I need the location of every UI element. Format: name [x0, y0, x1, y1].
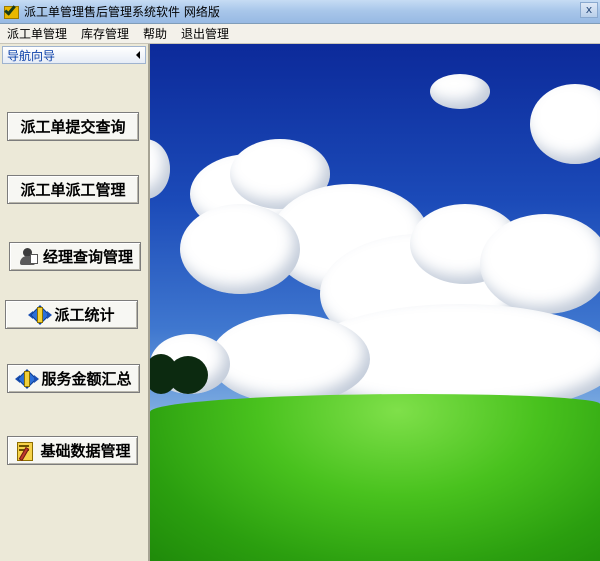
menu-item-inventory[interactable]: 库存管理: [74, 24, 136, 44]
sidebar-title: 导航向导: [7, 48, 56, 63]
window-title: 派工单管理售后管理系统软件 网络版: [24, 5, 220, 19]
manager-query-label: 经理查询管理: [42, 248, 133, 266]
dispatch-statistics-button[interactable]: 派工统计: [5, 300, 138, 329]
main-wallpaper: [150, 44, 600, 561]
close-button[interactable]: x: [580, 2, 598, 18]
menu-item-exit[interactable]: 退出管理: [174, 24, 236, 44]
dispatch-statistics-label: 派工统计: [54, 306, 115, 324]
cloud: [530, 84, 600, 164]
diamond-arrows-icon: [28, 303, 53, 327]
cloud: [210, 314, 370, 404]
basic-data-management-label: 基础数据管理: [40, 442, 131, 460]
manager-query-button[interactable]: 经理查询管理: [9, 242, 141, 271]
menu-bar: 派工单管理 库存管理 帮助 退出管理: [0, 24, 600, 44]
dispatch-management-button[interactable]: 派工单派工管理: [7, 175, 139, 204]
app-icon: [4, 2, 20, 20]
sidebar-header: 导航向导: [2, 46, 146, 64]
title-bar[interactable]: 派工单管理售后管理系统软件 网络版 x: [0, 0, 600, 24]
cloud: [150, 139, 170, 199]
service-amount-summary-button[interactable]: 服务金额汇总: [7, 364, 140, 393]
cloud: [180, 204, 300, 294]
menu-item-dispatch[interactable]: 派工单管理: [0, 24, 74, 44]
tree: [168, 356, 208, 394]
dispatch-management-label: 派工单派工管理: [20, 181, 126, 199]
data-edit-icon: [14, 439, 38, 463]
cloud: [480, 214, 600, 314]
navigation-sidebar: 导航向导 派工单提交查询 派工单派工管理 经理查询管理 派工统计 服务金额汇总 …: [0, 44, 150, 561]
service-amount-summary-label: 服务金额汇总: [41, 370, 132, 388]
manager-icon: [17, 245, 41, 269]
grass-field: [150, 394, 600, 561]
submit-query-button[interactable]: 派工单提交查询: [7, 112, 139, 141]
cloud: [430, 74, 490, 109]
submit-query-label: 派工单提交查询: [20, 118, 126, 136]
basic-data-management-button[interactable]: 基础数据管理: [7, 436, 138, 465]
collapse-arrow-icon[interactable]: [136, 51, 140, 59]
diamond-arrows-icon: [15, 367, 40, 391]
menu-item-help[interactable]: 帮助: [136, 24, 174, 44]
